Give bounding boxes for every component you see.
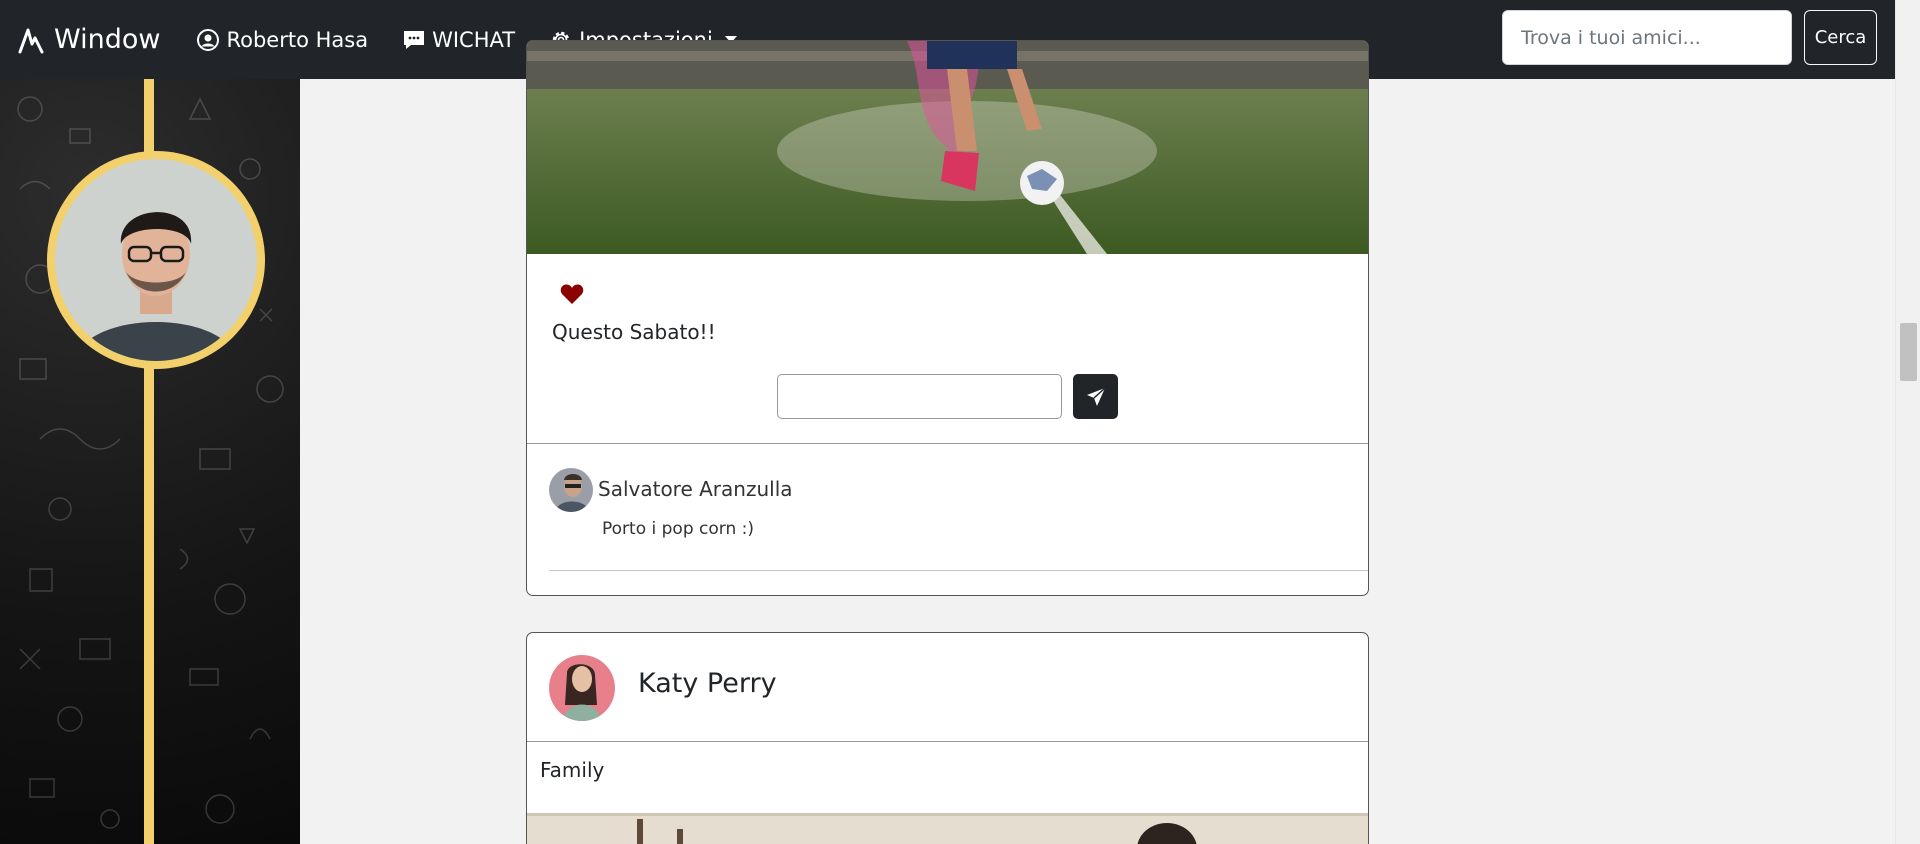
search-button[interactable]: Cerca [1804, 10, 1877, 65]
send-comment-button[interactable] [1073, 374, 1118, 419]
commenter-avatar[interactable] [549, 468, 593, 512]
nav-profile-label: Roberto Hasa [226, 27, 369, 52]
page-scrollbar[interactable] [1895, 0, 1920, 844]
author-avatar[interactable] [549, 655, 615, 721]
chat-icon [404, 30, 425, 49]
comment-text: Porto i pop corn :) [602, 519, 754, 539]
user-circle-icon [197, 28, 220, 51]
post-category: Family [540, 758, 605, 782]
comments-divider [527, 443, 1368, 444]
post-image [527, 813, 1368, 844]
post-author-name[interactable]: Katy Perry [638, 668, 777, 699]
comment-separator [549, 570, 1368, 571]
search-input[interactable] [1502, 10, 1792, 65]
post-card: Katy Perry Family [526, 632, 1369, 844]
post-image [527, 41, 1368, 254]
brand-link[interactable]: Window [18, 24, 160, 55]
send-icon [1086, 386, 1106, 406]
brand-label: Window [54, 24, 161, 55]
nav-profile-link[interactable]: Roberto Hasa [196, 28, 368, 52]
activity-icon [18, 28, 44, 53]
heart-icon[interactable] [560, 283, 584, 305]
comment-author[interactable]: Salvatore Aranzulla [598, 477, 793, 501]
search-form: Cerca [1502, 10, 1877, 65]
profile-sidebar [0, 79, 300, 844]
post-card: Questo Sabato!! Salvatore Aranzulla Port… [526, 40, 1369, 596]
comment-input[interactable] [777, 374, 1062, 419]
profile-avatar[interactable] [47, 151, 265, 369]
scrollbar-thumb[interactable] [1900, 323, 1917, 381]
avatar-portrait [55, 159, 257, 361]
nav-chat-label: WICHAT [432, 27, 516, 52]
post-caption: Questo Sabato!! [552, 320, 716, 344]
nav-chat-link[interactable]: WICHAT [402, 28, 515, 52]
post-header-divider [527, 741, 1368, 742]
